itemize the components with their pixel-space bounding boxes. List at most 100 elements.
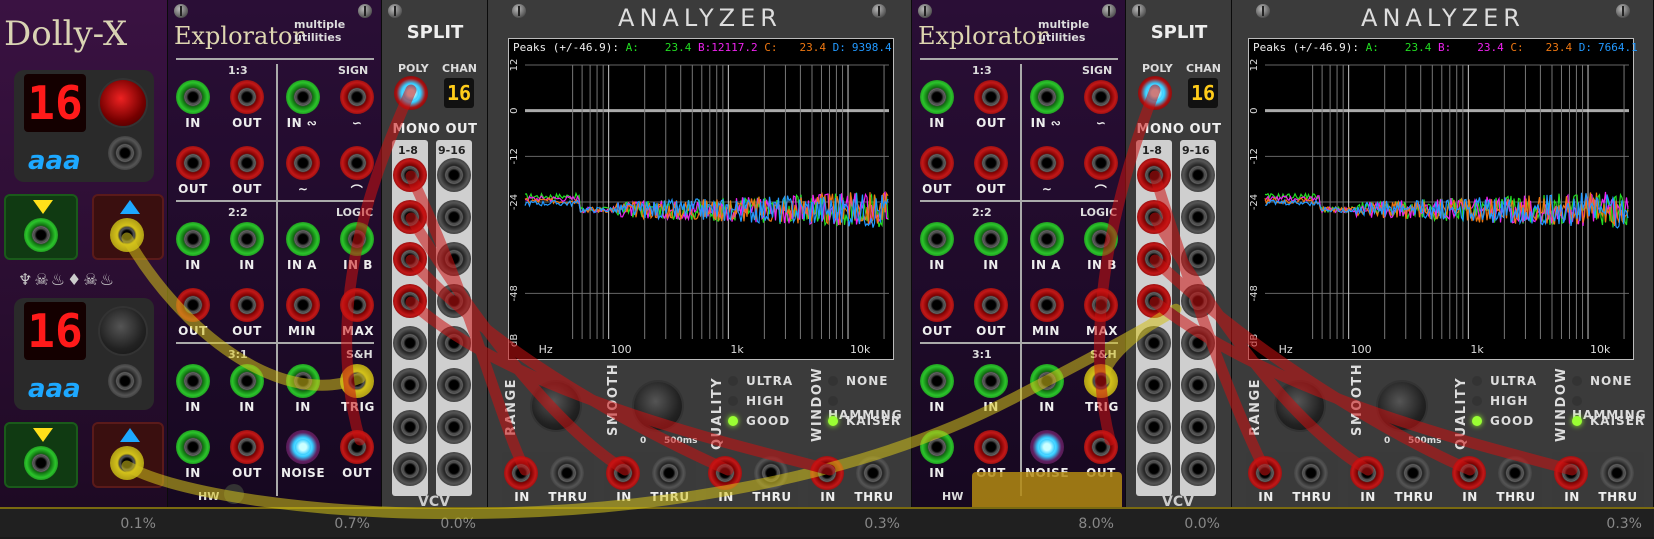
poly-input-jack[interactable] <box>394 76 428 110</box>
jack-3-1-in1[interactable] <box>176 364 210 398</box>
jack-logic-min[interactable] <box>286 288 320 322</box>
analyzer-in-jack[interactable] <box>708 456 742 490</box>
mono-out-jack[interactable] <box>393 242 427 276</box>
jack-3-1-in2[interactable] <box>230 364 264 398</box>
mono-out-jack[interactable] <box>393 284 427 318</box>
mono-out-jack[interactable] <box>393 200 427 234</box>
mono-out-jack[interactable] <box>1137 410 1171 444</box>
jack-3-1-in1[interactable] <box>920 364 954 398</box>
jack-logic-max[interactable] <box>340 288 374 322</box>
steps-knob-2[interactable] <box>100 308 146 354</box>
jack-sign-out[interactable] <box>1084 80 1118 114</box>
analyzer-in-jack[interactable] <box>1554 456 1588 490</box>
mono-out-jack[interactable] <box>1137 158 1171 192</box>
window-kaiser[interactable]: KAISER <box>1572 414 1645 428</box>
jack-2-2-out2[interactable] <box>230 288 264 322</box>
analyzer-in-jack[interactable] <box>1350 456 1384 490</box>
down-jack-2[interactable] <box>24 446 58 480</box>
analyzer-in-jack[interactable] <box>1248 456 1282 490</box>
analyzer-thru-jack[interactable] <box>1294 456 1328 490</box>
window-none[interactable]: NONE <box>828 374 888 388</box>
jack-3-1-out[interactable] <box>230 430 264 464</box>
jack-logic-max[interactable] <box>1084 288 1118 322</box>
jack-3-1-in3[interactable] <box>176 430 210 464</box>
range-knob[interactable] <box>1276 382 1324 430</box>
mono-out-jack[interactable] <box>437 326 471 360</box>
up-jack-2[interactable] <box>110 446 144 480</box>
mono-out-jack[interactable] <box>1181 326 1215 360</box>
mono-out-jack[interactable] <box>1181 158 1215 192</box>
jack-1-3-out3[interactable] <box>974 146 1008 180</box>
jack-2-2-in2[interactable] <box>974 222 1008 256</box>
window-none[interactable]: NONE <box>1572 374 1632 388</box>
up-jack-1[interactable] <box>110 218 144 252</box>
quality-good[interactable]: GOOD <box>728 414 790 428</box>
jack-3-1-out[interactable] <box>974 430 1008 464</box>
jack-sh-in[interactable] <box>1030 364 1064 398</box>
jack-noise[interactable] <box>1030 430 1064 464</box>
mono-out-jack[interactable] <box>1137 242 1171 276</box>
mono-out-jack[interactable] <box>1181 284 1215 318</box>
mono-out-jack[interactable] <box>1181 200 1215 234</box>
mono-out-jack[interactable] <box>1137 200 1171 234</box>
jack-logic-min[interactable] <box>1030 288 1064 322</box>
poly-input-jack[interactable] <box>1138 76 1172 110</box>
jack-sh-out[interactable] <box>340 430 374 464</box>
jack-1-3-out2[interactable] <box>920 146 954 180</box>
mono-out-jack[interactable] <box>1181 410 1215 444</box>
jack-2-2-out1[interactable] <box>920 288 954 322</box>
mono-out-jack[interactable] <box>437 200 471 234</box>
steps-knob-1[interactable] <box>100 80 146 126</box>
mono-out-jack[interactable] <box>1137 326 1171 360</box>
quality-ultra[interactable]: ULTRA <box>1472 374 1537 388</box>
analyzer-thru-jack[interactable] <box>1498 456 1532 490</box>
analyzer-thru-jack[interactable] <box>1396 456 1430 490</box>
mono-out-jack[interactable] <box>393 452 427 486</box>
jack-1-3-out3[interactable] <box>230 146 264 180</box>
jack-logic-in-a[interactable] <box>1030 222 1064 256</box>
jack-logic-in-b[interactable] <box>340 222 374 256</box>
jack-2-2-out2[interactable] <box>974 288 1008 322</box>
jack-sign-neg[interactable] <box>1030 146 1064 180</box>
jack-2-2-in1[interactable] <box>176 222 210 256</box>
quality-high[interactable]: HIGH <box>728 394 784 408</box>
jack-logic-in-b[interactable] <box>1084 222 1118 256</box>
jack-2-2-in2[interactable] <box>230 222 264 256</box>
jack-3-1-in2[interactable] <box>974 364 1008 398</box>
mono-out-jack[interactable] <box>1181 452 1215 486</box>
mono-out-jack[interactable] <box>1137 368 1171 402</box>
jack-1-3-in[interactable] <box>176 80 210 114</box>
mono-out-jack[interactable] <box>393 326 427 360</box>
jack-sign-abs[interactable] <box>340 146 374 180</box>
jack-noise[interactable] <box>286 430 320 464</box>
dolly-out-jack-1[interactable] <box>108 136 142 170</box>
mono-out-jack[interactable] <box>437 452 471 486</box>
jack-2-2-out1[interactable] <box>176 288 210 322</box>
jack-logic-in-a[interactable] <box>286 222 320 256</box>
analyzer-in-jack[interactable] <box>1452 456 1486 490</box>
mono-out-jack[interactable] <box>393 368 427 402</box>
jack-sh-in[interactable] <box>286 364 320 398</box>
jack-2-2-in1[interactable] <box>920 222 954 256</box>
mono-out-jack[interactable] <box>437 368 471 402</box>
smooth-knob[interactable] <box>634 382 682 430</box>
jack-sign-abs[interactable] <box>1084 146 1118 180</box>
mono-out-jack[interactable] <box>393 410 427 444</box>
jack-1-3-in[interactable] <box>920 80 954 114</box>
analyzer-thru-jack[interactable] <box>856 456 890 490</box>
quality-good[interactable]: GOOD <box>1472 414 1534 428</box>
dolly-out-jack-2[interactable] <box>108 364 142 398</box>
mono-out-jack[interactable] <box>1137 284 1171 318</box>
jack-1-3-out2[interactable] <box>176 146 210 180</box>
analyzer-in-jack[interactable] <box>504 456 538 490</box>
jack-sign-out[interactable] <box>340 80 374 114</box>
range-knob[interactable] <box>532 382 580 430</box>
mono-out-jack[interactable] <box>1181 242 1215 276</box>
jack-1-3-out[interactable] <box>974 80 1008 114</box>
jack-sign-neg[interactable] <box>286 146 320 180</box>
jack-sh-out[interactable] <box>1084 430 1118 464</box>
analyzer-in-jack[interactable] <box>606 456 640 490</box>
quality-high[interactable]: HIGH <box>1472 394 1528 408</box>
window-kaiser[interactable]: KAISER <box>828 414 901 428</box>
jack-sh-trig[interactable] <box>1084 364 1118 398</box>
